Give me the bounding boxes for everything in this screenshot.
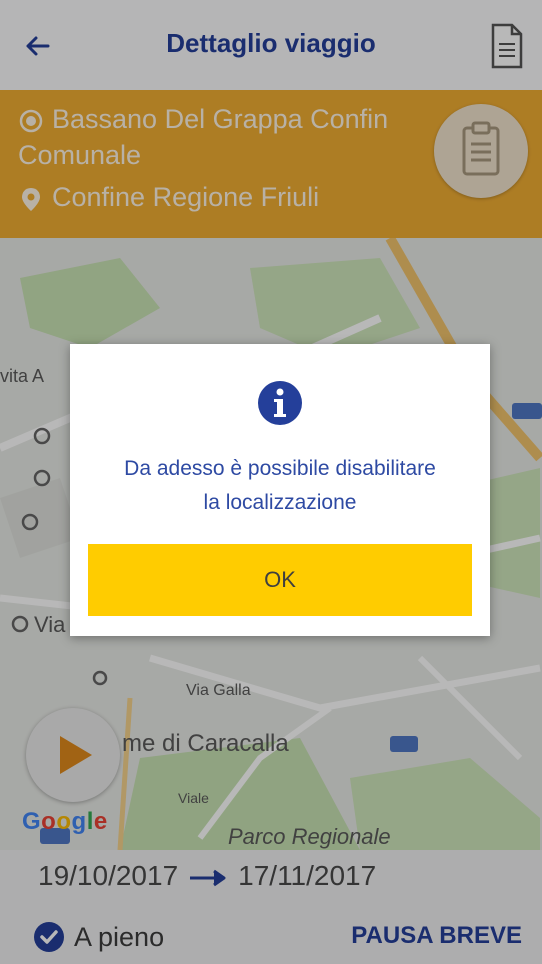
dialog-message-line-2: la localizzazione — [203, 491, 357, 514]
info-dialog: Da adesso è possibile disabilitare la lo… — [70, 344, 490, 636]
info-icon — [258, 381, 302, 425]
dialog-message-line-1: Da adesso è possibile disabilitare — [124, 457, 436, 480]
ok-button[interactable]: OK — [88, 544, 472, 616]
app-screen: Dettaglio viaggio Bassano Del Grappa Con… — [0, 0, 542, 964]
dialog-message: Da adesso è possibile disabilitare la lo… — [80, 452, 480, 520]
